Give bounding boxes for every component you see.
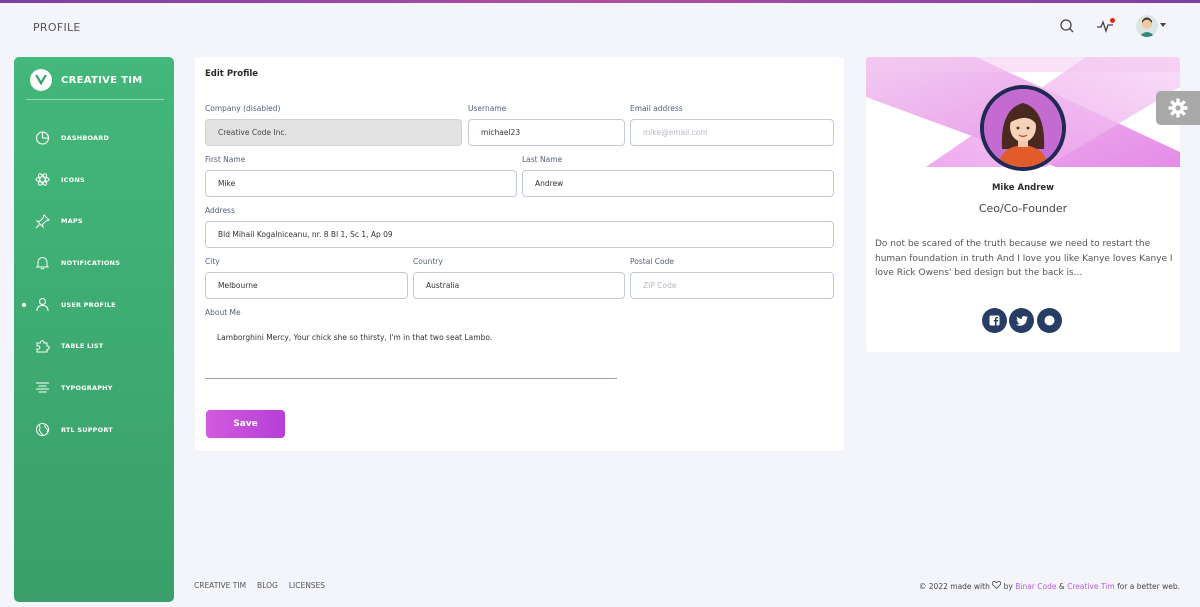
sidebar-item-label: TYPOGRAPHY <box>61 383 113 392</box>
vue-logo-icon <box>30 69 52 91</box>
country-field[interactable]: Australia <box>413 272 625 299</box>
postal-code-label: Postal Code <box>630 257 674 266</box>
credit-suffix: for a better web. <box>1117 582 1180 591</box>
chart-pie-icon <box>34 130 50 146</box>
heart-icon <box>992 581 1002 591</box>
gear-icon <box>1168 98 1188 118</box>
footer-link-blog[interactable]: BLOG <box>257 581 278 590</box>
sidebar-item-label: USER PROFILE <box>61 300 116 309</box>
first-name-field[interactable]: Mike <box>205 170 517 197</box>
profile-name[interactable]: Mike Andrew <box>866 183 1180 193</box>
email-label: Email address <box>630 104 683 113</box>
credit-amp: & <box>1058 582 1065 591</box>
atom-icon <box>34 172 50 188</box>
footer-link-licenses[interactable]: LICENSES <box>289 581 325 590</box>
search-icon[interactable] <box>1057 16 1077 36</box>
notification-dot <box>1110 18 1115 23</box>
company-label: Company (disabled) <box>205 104 281 113</box>
user-icon <box>34 297 50 313</box>
footer-link-creative-tim[interactable]: CREATIVE TIM <box>194 581 246 590</box>
sidebar-item-icons[interactable]: ICONS <box>14 159 174 201</box>
world-icon <box>34 422 50 438</box>
sidebar-item-label: NOTIFICATIONS <box>61 258 121 267</box>
sidebar-brand: CREATIVE TIM <box>61 74 143 86</box>
last-name-label: Last Name <box>522 155 563 164</box>
sidebar-item-label: MAPS <box>61 217 83 226</box>
bell-icon <box>34 255 50 271</box>
sidebar-item-label: RTL SUPPORT <box>61 425 113 434</box>
sidebar-item-table-list[interactable]: TABLE LIST <box>14 325 174 367</box>
align-center-icon <box>34 380 50 396</box>
textarea-underline <box>205 378 617 379</box>
profile-avatar[interactable] <box>980 85 1066 171</box>
about-textarea[interactable]: Lamborghini Mercy, Your chick she so thi… <box>217 333 492 342</box>
sidebar-item-label: TABLE LIST <box>61 342 104 351</box>
user-avatar-icon[interactable] <box>1136 15 1158 37</box>
sidebar-item-rtl-support[interactable]: RTL SUPPORT <box>14 409 174 451</box>
sidebar-logo[interactable]: CREATIVE TIM <box>30 69 143 91</box>
sidebar: CREATIVE TIM DASHBOARD ICONS MAPS NOTIFI <box>14 57 174 602</box>
pin-icon <box>34 213 50 229</box>
twitter-icon[interactable] <box>1009 308 1034 333</box>
settings-plugin-button[interactable] <box>1156 91 1200 125</box>
activity-icon[interactable] <box>1095 16 1115 36</box>
credit-by: by <box>1003 582 1013 591</box>
edit-profile-card: Edit Profile Company (disabled) Creative… <box>195 57 844 451</box>
user-profile-card: Mike Andrew Ceo/Co-Founder Do not be sca… <box>866 57 1180 352</box>
page-title[interactable]: PROFILE <box>33 21 81 34</box>
link-creative-tim[interactable]: Creative Tim <box>1067 582 1115 591</box>
city-label: City <box>205 257 220 266</box>
country-label: Country <box>413 257 443 266</box>
about-label: About Me <box>205 308 241 317</box>
address-field[interactable]: Bld Mihail Kogalniceanu, nr. 8 Bl 1, Sc … <box>205 221 834 248</box>
postal-code-field[interactable]: ZIP Code <box>630 272 834 299</box>
active-indicator <box>22 302 26 307</box>
username-label: Username <box>468 104 507 113</box>
first-name-label: First Name <box>205 155 246 164</box>
last-name-field[interactable]: Andrew <box>522 170 834 197</box>
company-field: Creative Code Inc. <box>205 119 462 146</box>
dribbble-icon[interactable] <box>1037 308 1062 333</box>
chevron-down-icon[interactable] <box>1160 23 1166 27</box>
profile-description: Do not be scared of the truth because we… <box>875 239 1173 278</box>
profile-role: Ceo/Co-Founder <box>978 202 1068 215</box>
sidebar-menu: DASHBOARD ICONS MAPS NOTIFICATIONS USER … <box>14 117 174 451</box>
sidebar-item-dashboard[interactable]: DASHBOARD <box>14 117 174 159</box>
save-button[interactable]: Save <box>206 410 285 438</box>
sidebar-item-typography[interactable]: TYPOGRAPHY <box>14 367 174 409</box>
facebook-icon[interactable] <box>982 308 1007 333</box>
footer-credit: © 2022 made with by Binar Code & Creativ… <box>919 581 1180 591</box>
credit-prefix: © 2022 made with <box>918 582 990 591</box>
sidebar-item-label: ICONS <box>61 175 85 184</box>
address-label: Address <box>205 206 235 215</box>
sidebar-divider <box>26 99 164 100</box>
sidebar-item-user-profile[interactable]: USER PROFILE <box>14 284 174 326</box>
puzzle-icon <box>34 338 50 354</box>
link-binar-code[interactable]: Binar Code <box>1015 582 1056 591</box>
sidebar-item-maps[interactable]: MAPS <box>14 200 174 242</box>
email-field[interactable]: mike@email.com <box>630 119 834 146</box>
username-field[interactable]: michael23 <box>468 119 625 146</box>
sidebar-item-notifications[interactable]: NOTIFICATIONS <box>14 242 174 284</box>
navbar: PROFILE <box>0 3 1200 51</box>
card-title: Edit Profile <box>205 69 259 79</box>
sidebar-item-label: DASHBOARD <box>61 133 110 142</box>
footer-links: CREATIVE TIM BLOG LICENSES <box>194 581 325 590</box>
city-field[interactable]: Melbourne <box>205 272 408 299</box>
